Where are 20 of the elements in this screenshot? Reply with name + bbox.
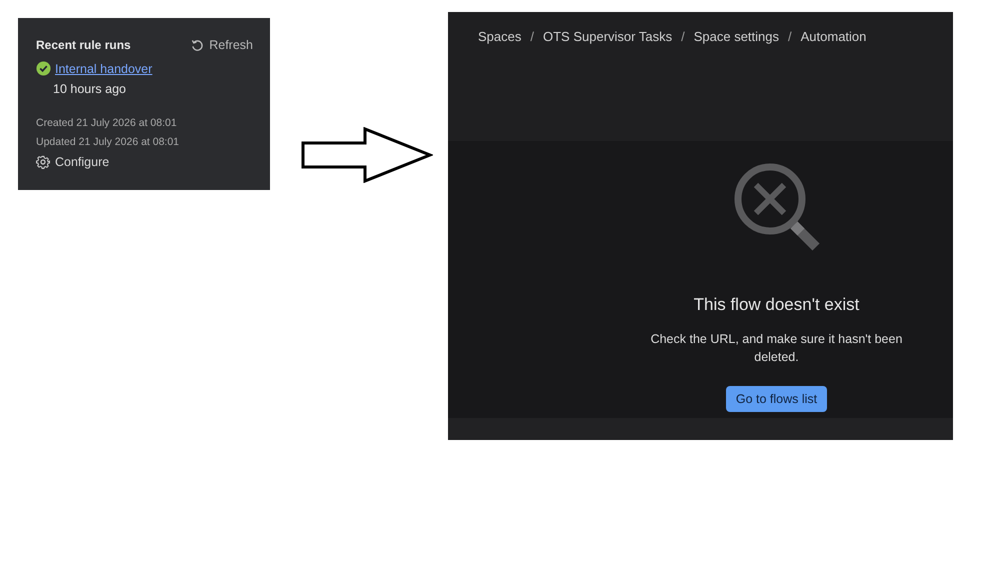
breadcrumb-link[interactable]: Automation [800,29,866,141]
go-to-flows-button[interactable]: Go to flows list [726,386,828,412]
breadcrumb-separator: / [530,29,534,46]
configure-button[interactable]: Configure [36,155,110,169]
refresh-icon [191,38,204,52]
settings-icon [36,155,50,169]
empty-state-message: Check the URL, and make sure it hasn't been deleted. [650,331,904,366]
breadcrumb-separator: / [788,29,792,46]
breadcrumb-separator: / [681,29,685,46]
empty-state-title: This flow doesn't exist [694,295,860,315]
not-found-icon [734,163,820,251]
refresh-button[interactable]: Refresh [191,38,253,52]
run-link[interactable]: Internal handover [55,62,152,76]
run-time: 10 hours ago [53,82,127,96]
panel-title: Recent rule runs [36,38,131,52]
updated-date: Updated 21 July 2026 at 08:01 [36,135,180,150]
breadcrumb-link[interactable]: Spaces [478,29,522,141]
breadcrumb-link[interactable]: OTS Supervisor Tasks [543,29,672,141]
created-date: Created 21 July 2026 at 08:01 [36,116,178,131]
breadcrumb-link[interactable]: Space settings [694,29,779,141]
